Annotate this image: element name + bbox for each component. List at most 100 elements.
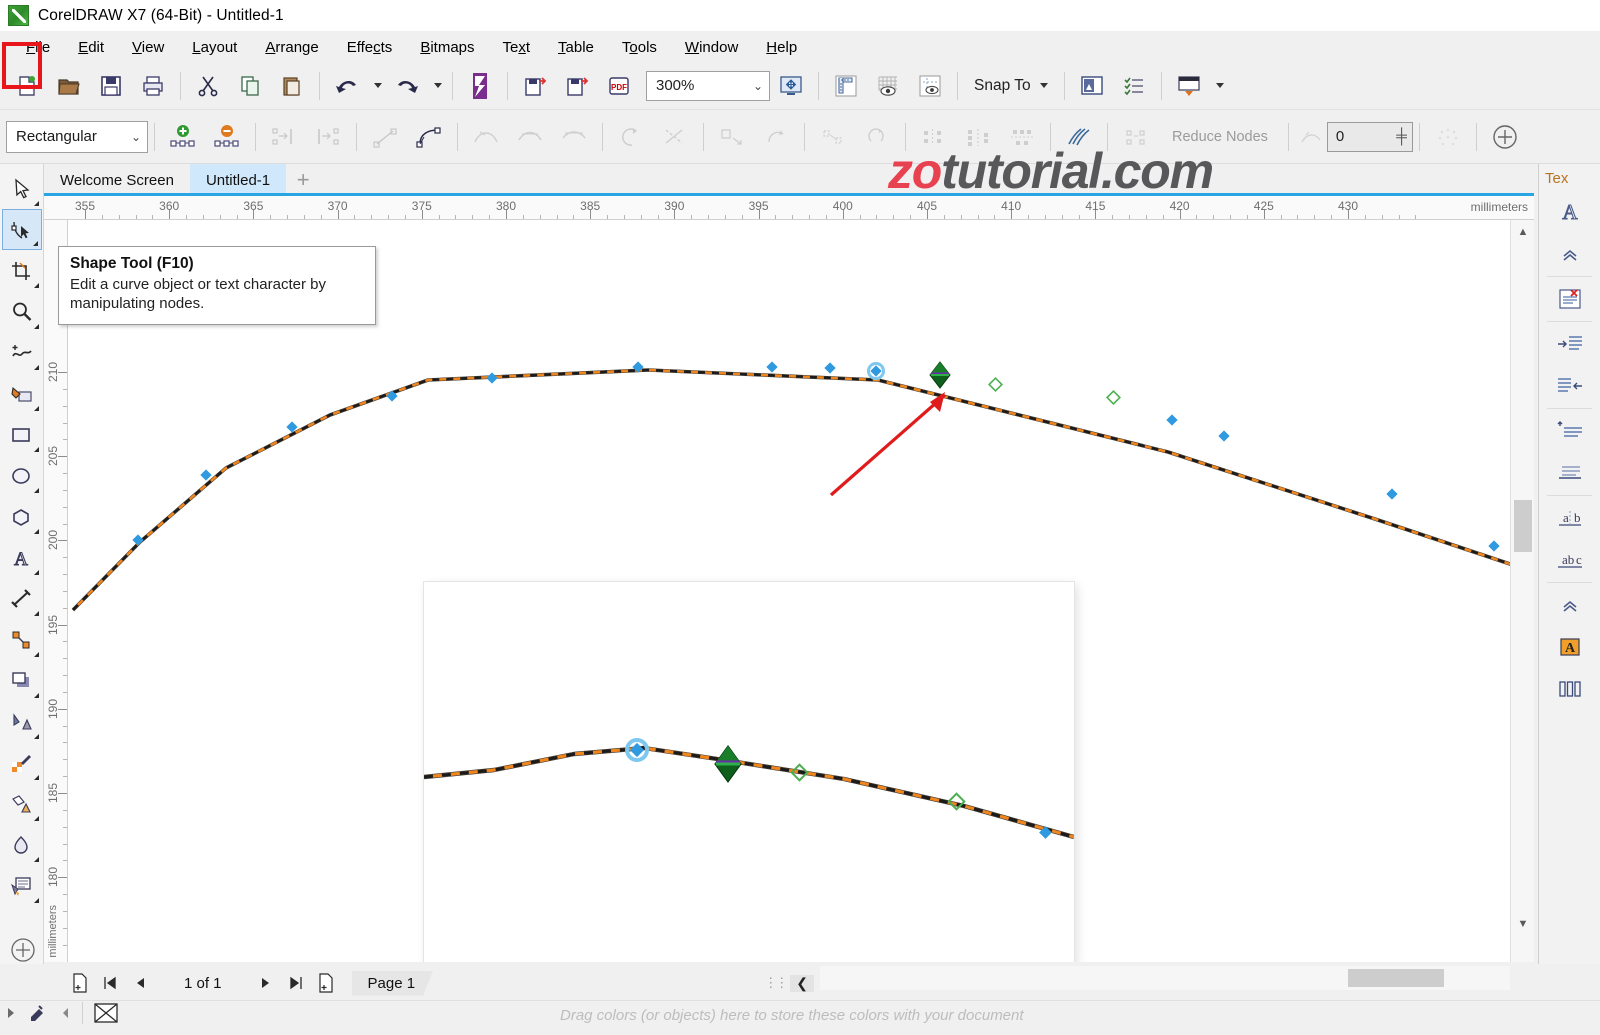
flyout-arrow-icon[interactable] xyxy=(33,447,39,452)
vertical-ruler[interactable]: millimeters 210 205 200 195 190 185 180 xyxy=(44,220,68,962)
stretch-nodes-icon[interactable] xyxy=(811,117,855,157)
tab-welcome-screen[interactable]: Welcome Screen xyxy=(44,164,190,196)
convert-to-curve-icon[interactable] xyxy=(407,117,451,157)
new-document-tab-button[interactable]: + xyxy=(286,164,320,196)
rectangle-tool[interactable] xyxy=(2,414,42,455)
collapse-chevron-icon[interactable] xyxy=(1539,233,1600,275)
document-options-icon[interactable] xyxy=(1113,66,1155,106)
word-spacing-icon[interactable]: ab c xyxy=(1539,539,1600,581)
space-after-paragraph-icon[interactable] xyxy=(1539,452,1600,494)
copy-icon[interactable] xyxy=(229,66,271,106)
horizontal-scroll-thumb[interactable] xyxy=(1348,969,1444,987)
flyout-arrow-icon[interactable] xyxy=(33,201,39,206)
reflect-nodes-horizontally-icon[interactable] xyxy=(956,117,1000,157)
space-before-paragraph-icon[interactable] xyxy=(1539,410,1600,452)
polygon-tool[interactable] xyxy=(2,496,42,537)
menu-effects[interactable]: Effects xyxy=(333,36,407,59)
flyout-arrow-icon[interactable] xyxy=(33,283,39,288)
collapse-chevron-2-icon[interactable] xyxy=(1539,584,1600,626)
launcher-dropdown[interactable] xyxy=(1210,66,1228,106)
first-page-icon[interactable] xyxy=(96,970,124,996)
flyout-arrow-icon[interactable] xyxy=(32,241,38,246)
paste-icon[interactable] xyxy=(271,66,313,106)
show-grid-icon[interactable] xyxy=(867,66,909,106)
extract-subpath-icon[interactable] xyxy=(710,117,754,157)
reduce-nodes-label[interactable]: Reduce Nodes xyxy=(1158,129,1282,145)
ellipse-tool[interactable] xyxy=(2,455,42,496)
column-settings-icon[interactable] xyxy=(1539,668,1600,710)
flyout-arrow-icon[interactable] xyxy=(33,611,39,616)
scroll-down-icon[interactable]: ▼ xyxy=(1511,912,1535,936)
eyedropper-tool[interactable] xyxy=(2,742,42,783)
menu-help[interactable]: Help xyxy=(752,36,811,59)
reverse-direction-icon[interactable] xyxy=(609,117,653,157)
next-page-icon[interactable] xyxy=(252,970,280,996)
drop-shadow-tool[interactable] xyxy=(2,660,42,701)
zoom-tool[interactable] xyxy=(2,291,42,332)
quick-customize-icon[interactable] xyxy=(1483,117,1527,157)
flyout-arrow-icon[interactable] xyxy=(33,775,39,780)
text-tool[interactable]: A xyxy=(2,537,42,578)
flyout-arrow-icon[interactable] xyxy=(33,652,39,657)
flyout-arrow-icon[interactable] xyxy=(33,365,39,370)
fullscreen-preview-icon[interactable] xyxy=(770,66,812,106)
menu-bitmaps[interactable]: Bitmaps xyxy=(406,36,488,59)
reflect-nodes-vertically-icon[interactable] xyxy=(1000,117,1044,157)
last-page-icon[interactable] xyxy=(282,970,310,996)
show-guidelines-icon[interactable] xyxy=(909,66,951,106)
cusp-node-icon[interactable] xyxy=(464,117,508,157)
horizontal-scrollbar[interactable] xyxy=(820,966,1510,990)
export-icon[interactable] xyxy=(556,66,598,106)
application-launcher-icon[interactable] xyxy=(1168,66,1210,106)
horizontal-ruler[interactable]: millimeters 355 360 365 370 375 380 385 390 395 4… xyxy=(44,196,1534,220)
smooth-node-icon[interactable] xyxy=(508,117,552,157)
rotate-nodes-icon[interactable] xyxy=(855,117,899,157)
scroll-right-icon[interactable] xyxy=(4,1006,18,1020)
print-icon[interactable] xyxy=(132,66,174,106)
break-curve-icon[interactable] xyxy=(306,117,350,157)
page-tab-1[interactable]: Page 1 xyxy=(351,970,434,996)
vertical-scrollbar[interactable]: ▲ ▼ xyxy=(1510,220,1534,962)
scroll-up-icon[interactable]: ▲ xyxy=(1511,220,1535,244)
character-formatting-icon[interactable]: A xyxy=(1539,626,1600,668)
show-rulers-icon[interactable] xyxy=(825,66,867,106)
add-page-after-icon[interactable] xyxy=(312,970,340,996)
vertical-scroll-thumb[interactable] xyxy=(1514,500,1532,552)
menu-window[interactable]: Window xyxy=(671,36,752,59)
menu-tools[interactable]: Tools xyxy=(608,36,671,59)
menu-text[interactable]: Text xyxy=(489,36,545,59)
connector-tool[interactable] xyxy=(2,619,42,660)
flyout-arrow-icon[interactable] xyxy=(33,324,39,329)
flyout-arrow-icon[interactable] xyxy=(33,406,39,411)
no-color-swatch-icon[interactable] xyxy=(93,1002,119,1024)
menu-edit[interactable]: Edit xyxy=(64,36,118,59)
flyout-arrow-icon[interactable] xyxy=(33,857,39,862)
undo-icon[interactable] xyxy=(326,66,368,106)
collapse-left-icon[interactable]: ❮ xyxy=(790,974,814,992)
convert-to-line-icon[interactable] xyxy=(363,117,407,157)
transparency-tool[interactable] xyxy=(2,701,42,742)
snap-to-dropdown[interactable]: Snap To xyxy=(964,77,1058,95)
join-two-nodes-icon[interactable] xyxy=(262,117,306,157)
import-icon[interactable] xyxy=(514,66,556,106)
search-content-icon[interactable] xyxy=(459,66,501,106)
options-icon[interactable] xyxy=(1071,66,1113,106)
freehand-tool[interactable] xyxy=(2,332,42,373)
shape-tool[interactable] xyxy=(1,209,42,250)
delete-node-icon[interactable] xyxy=(205,117,249,157)
save-icon[interactable] xyxy=(90,66,132,106)
text-properties-icon[interactable]: A xyxy=(1539,191,1600,233)
interactive-fill-tool[interactable] xyxy=(2,783,42,824)
publish-pdf-icon[interactable]: PDF xyxy=(598,66,640,106)
character-spacing-icon[interactable]: ab xyxy=(1539,497,1600,539)
cut-icon[interactable] xyxy=(187,66,229,106)
select-all-nodes-2-icon[interactable] xyxy=(1426,117,1470,157)
menu-view[interactable]: View xyxy=(118,36,178,59)
flyout-arrow-icon[interactable] xyxy=(33,570,39,575)
selection-mode-combobox[interactable]: Rectangular ⌄ xyxy=(6,120,148,153)
flyout-arrow-icon[interactable] xyxy=(33,529,39,534)
flyout-arrow-icon[interactable] xyxy=(33,488,39,493)
extend-curve-to-close-icon[interactable] xyxy=(653,117,697,157)
palette-scroll-left-icon[interactable] xyxy=(60,1007,72,1019)
flyout-arrow-icon[interactable] xyxy=(33,693,39,698)
